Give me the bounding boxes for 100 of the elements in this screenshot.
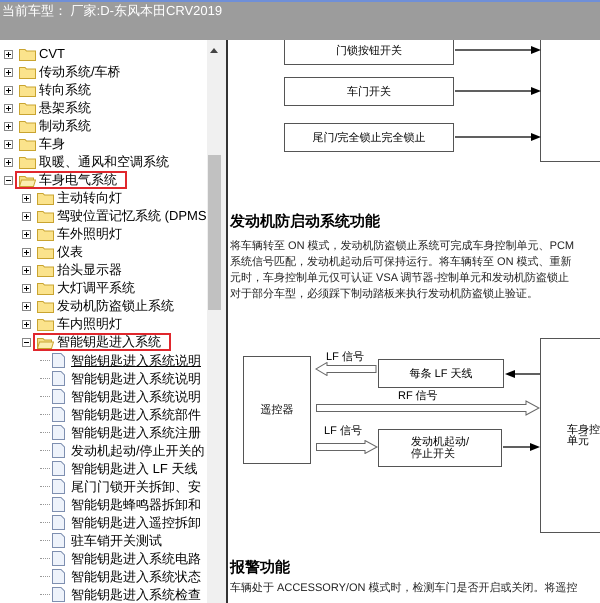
signal-label: RF 信号 <box>398 389 438 404</box>
expand-icon[interactable] <box>4 140 13 148</box>
folder-label[interactable]: 传动系统/车桥 <box>39 65 121 79</box>
document-link[interactable]: 智能钥匙进入系统状态 <box>71 568 201 584</box>
expand-icon[interactable] <box>4 50 13 58</box>
folder-icon <box>37 228 54 240</box>
folder-icon <box>19 66 36 78</box>
tree-node[interactable]: 驾驶位置记忆系统 (DPMS <box>35 207 208 225</box>
document-link[interactable]: 智能钥匙进入系统注册 <box>71 424 201 440</box>
document-icon <box>52 586 65 602</box>
folder-label[interactable]: 主动转向灯 <box>57 191 122 205</box>
document-link[interactable]: 智能钥匙进入系统说明 <box>71 370 201 386</box>
folder-label[interactable]: 智能钥匙进入系统 <box>57 335 161 349</box>
folder-label[interactable]: 发动机防盗锁止系统 <box>57 299 174 313</box>
box-label: 发动机起动/ 停止开关 <box>410 436 470 460</box>
scrollbar[interactable] <box>207 40 222 603</box>
expand-icon[interactable] <box>22 266 31 274</box>
tree-node[interactable]: CVT <box>17 45 67 63</box>
folder-label[interactable]: CVT <box>39 47 65 61</box>
document-link[interactable]: 智能钥匙进入系统说明 <box>71 388 201 404</box>
document-icon <box>52 514 65 530</box>
tree-node[interactable]: 发动机防盗锁止系统 <box>35 297 176 315</box>
highlight-frame[interactable]: 车身电气系统 <box>15 171 127 189</box>
tree-node[interactable]: 车身 <box>17 135 67 153</box>
folder-icon <box>19 48 36 60</box>
scrollbar-thumb[interactable] <box>208 155 221 310</box>
folder-icon <box>37 246 54 258</box>
collapse-icon[interactable] <box>4 176 13 184</box>
tree-node[interactable]: 制动系统 <box>17 117 93 135</box>
folder-icon <box>19 102 36 114</box>
expand-icon[interactable] <box>4 86 13 94</box>
tree-node[interactable]: 抬头显示器 <box>35 261 124 279</box>
folder-label[interactable]: 仪表 <box>57 245 83 259</box>
document-link[interactable]: 智能钥匙进入系统说明 <box>71 352 201 368</box>
document-link[interactable]: 尾门门锁开关拆卸、安 <box>71 478 201 494</box>
tree-node[interactable]: 取暖、通风和空调系统 <box>17 153 171 171</box>
document-link[interactable]: 智能钥匙蜂鸣器拆卸和 <box>71 496 201 512</box>
expand-icon[interactable] <box>22 230 31 238</box>
document-icon <box>52 478 65 494</box>
folder-icon <box>19 84 36 96</box>
document-icon <box>52 352 65 368</box>
folder-label[interactable]: 车内照明灯 <box>57 317 122 331</box>
folder-label[interactable]: 车身 <box>39 137 65 151</box>
document-icon <box>52 424 65 440</box>
signal-label: LF 信号 <box>326 350 364 365</box>
scroll-up-icon[interactable] <box>210 48 218 53</box>
paragraph-line: 车辆处于 ACCESSORY/ON 模式时，检测车门是否开启或关闭。将遥控 <box>230 580 578 596</box>
tree-node[interactable]: 大灯调平系统 <box>35 279 137 297</box>
document-link[interactable]: 驻车销开关测试 <box>71 532 162 548</box>
tree-node[interactable]: 悬架系统 <box>17 99 93 117</box>
document-icon <box>52 550 65 566</box>
tree-node[interactable]: 主动转向灯 <box>35 189 124 207</box>
document-link[interactable]: 智能钥匙进入系统检查 <box>71 586 201 602</box>
folder-icon <box>37 318 54 330</box>
document-link[interactable]: 发动机起动/停止开关的 <box>71 442 205 458</box>
expand-icon[interactable] <box>4 122 13 130</box>
expand-icon[interactable] <box>22 212 31 220</box>
folder-label[interactable]: 大灯调平系统 <box>57 281 135 295</box>
expand-icon[interactable] <box>4 158 13 166</box>
car-model-title: 当前车型： 厂家:D-东风本田CRV2019 <box>2 2 222 20</box>
document-icon <box>52 406 65 422</box>
tree-node[interactable]: 仪表 <box>35 243 85 261</box>
expand-icon[interactable] <box>4 104 13 112</box>
paragraph-line: 系统信号匹配，发动机起动后可保持运行。将车辆转至 ON 模式、重新 <box>230 254 572 270</box>
tree-node[interactable]: 转向系统 <box>17 81 93 99</box>
highlight-frame[interactable]: 智能钥匙进入系统 <box>33 333 171 351</box>
arrow <box>505 369 540 379</box>
tree-node[interactable]: 车外照明灯 <box>35 225 124 243</box>
folder-label[interactable]: 驾驶位置记忆系统 (DPMS <box>57 209 206 223</box>
folder-icon <box>19 120 36 132</box>
open-folder-icon <box>37 336 54 348</box>
document-link[interactable]: 智能钥匙进入遥控拆卸 <box>71 514 201 530</box>
document-link[interactable]: 智能钥匙进入系统部件 <box>71 406 201 422</box>
folder-label[interactable]: 车身电气系统 <box>39 173 117 187</box>
section-heading: 发动机防启动系统功能 <box>230 212 380 232</box>
box-label: 车身控 单元 <box>567 424 600 446</box>
folder-icon <box>37 264 54 276</box>
expand-icon[interactable] <box>22 248 31 256</box>
folder-label[interactable]: 车外照明灯 <box>57 227 122 241</box>
expand-icon[interactable] <box>4 68 13 76</box>
document-link[interactable]: 智能钥匙进入 LF 天线 <box>71 460 198 476</box>
section-heading: 报警功能 <box>230 558 290 578</box>
expand-icon[interactable] <box>22 302 31 310</box>
tree-node[interactable]: 车内照明灯 <box>35 315 124 333</box>
folder-icon <box>19 138 36 150</box>
folder-icon <box>37 300 54 312</box>
folder-label[interactable]: 取暖、通风和空调系统 <box>39 155 169 169</box>
document-icon <box>52 370 65 386</box>
folder-icon <box>19 156 36 168</box>
folder-label[interactable]: 悬架系统 <box>39 101 91 115</box>
expand-icon[interactable] <box>22 320 31 328</box>
tree-node[interactable]: 传动系统/车桥 <box>17 63 123 81</box>
expand-icon[interactable] <box>22 194 31 202</box>
document-link[interactable]: 智能钥匙进入系统电路 <box>71 550 201 566</box>
folder-label[interactable]: 转向系统 <box>39 83 91 97</box>
collapse-icon[interactable] <box>22 338 31 346</box>
folder-label[interactable]: 制动系统 <box>39 119 91 133</box>
expand-icon[interactable] <box>22 284 31 292</box>
paragraph-line: 元时，车身控制单元仅可认证 VSA 调节器-控制单元和发动机防盗锁止 <box>230 271 570 286</box>
folder-label[interactable]: 抬头显示器 <box>57 263 122 277</box>
